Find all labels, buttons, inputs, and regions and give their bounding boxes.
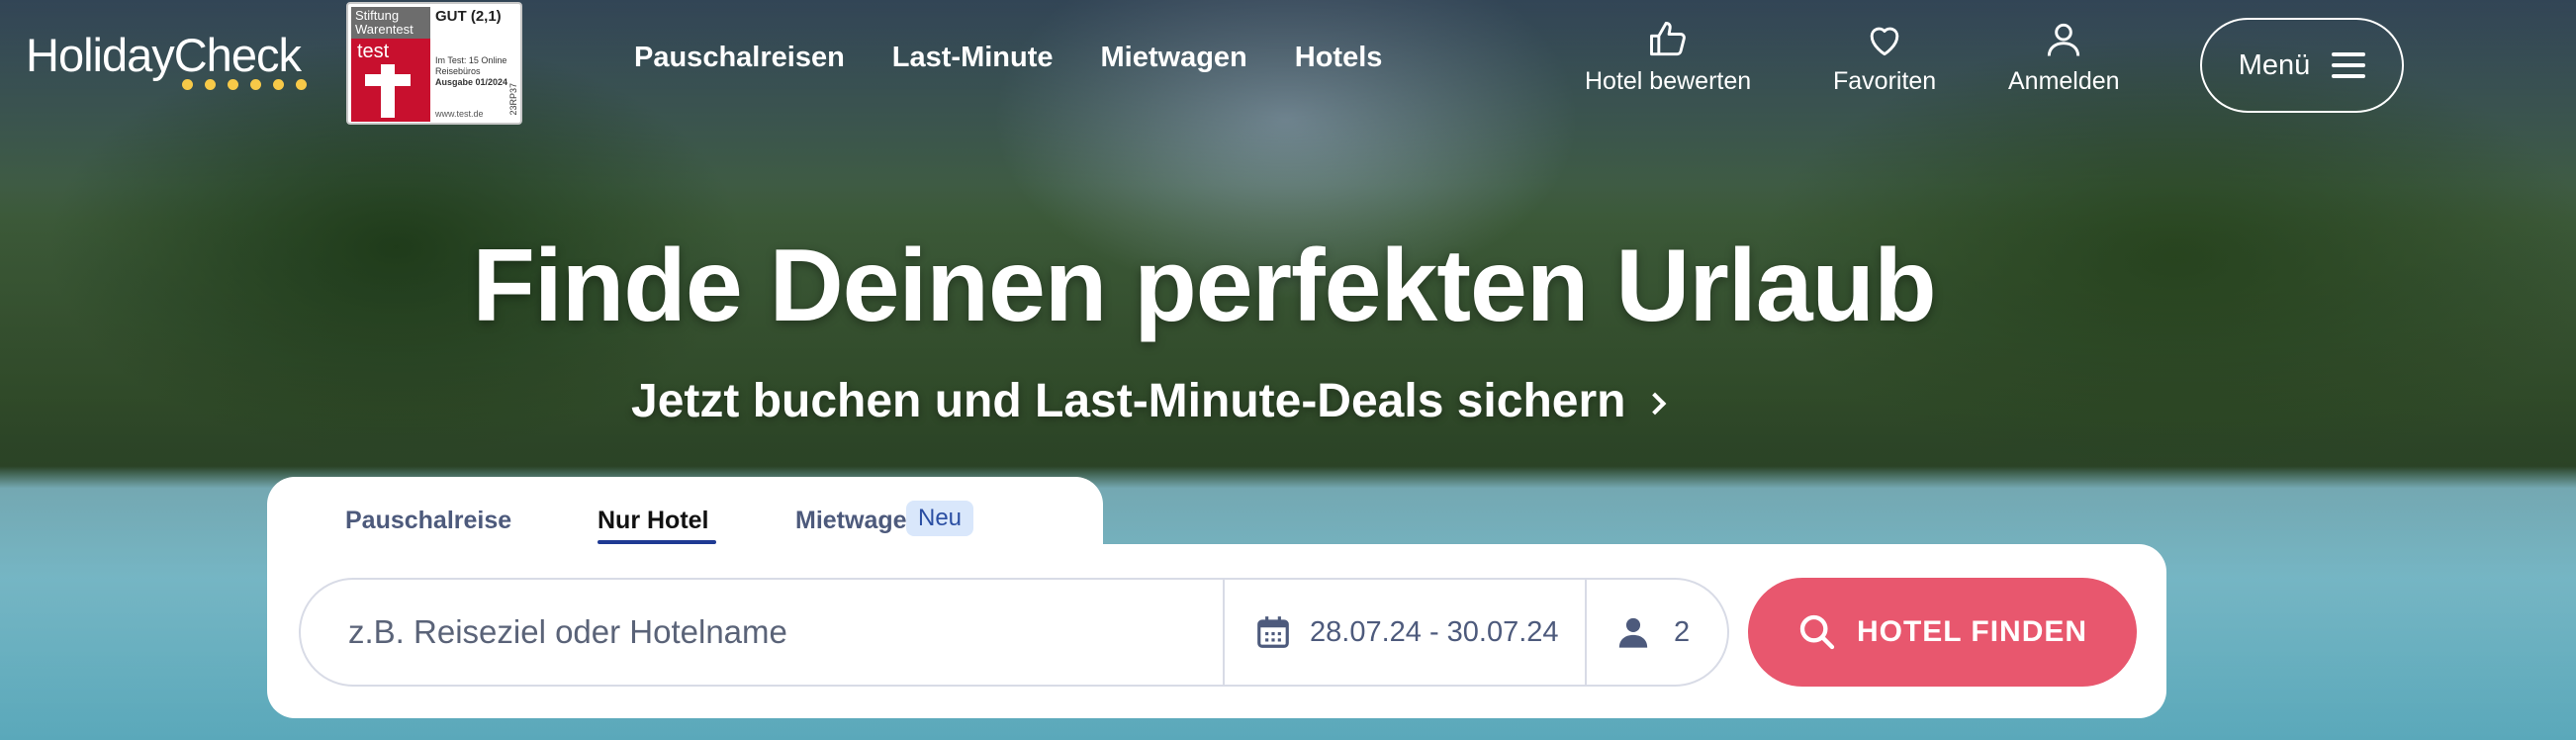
destination-field-wrapper (301, 580, 1225, 685)
date-range-value: 28.07.24 - 30.07.24 (1310, 615, 1559, 648)
hamburger-icon (2332, 52, 2366, 78)
badge-test-mark: test (351, 39, 430, 122)
badge-grade: GUT (2,1) (435, 8, 502, 25)
badge-site: www.test.de (435, 109, 484, 119)
find-hotel-label: HOTEL FINDEN (1856, 615, 2088, 648)
person-icon (1618, 617, 1648, 648)
tab-nur-hotel[interactable]: Nur Hotel (598, 507, 709, 535)
date-picker[interactable]: 28.07.24 - 30.07.24 (1225, 580, 1587, 685)
nav-item-last-minute[interactable]: Last-Minute (892, 42, 1054, 74)
badge-detail-text: Im Test: 15 Online Reisebüros (435, 55, 507, 76)
favorites-button[interactable]: Favoriten (1833, 18, 1936, 96)
nav-item-hotels[interactable]: Hotels (1295, 42, 1383, 74)
rate-hotel-label: Hotel bewerten (1585, 67, 1752, 95)
badge-code: 23RP37 (508, 83, 518, 116)
badge-issue: Ausgabe 01/2024 (435, 77, 508, 87)
main-nav: Pauschalreisen Last-Minute Mietwagen Hot… (634, 42, 1382, 74)
tab-pauschalreise[interactable]: Pauschalreise (345, 507, 511, 535)
search-icon (1799, 614, 1835, 650)
search-panel: 28.07.24 - 30.07.24 2 HOTEL FINDEN (267, 544, 2166, 718)
hero-subline-link[interactable]: Jetzt buchen und Last-Minute-Deals siche… (631, 374, 1667, 428)
new-badge: Neu (906, 501, 974, 536)
nav-item-pauschalreisen[interactable]: Pauschalreisen (634, 42, 845, 74)
badge-org: Stiftung Warentest (351, 7, 430, 39)
rate-hotel-button[interactable]: Hotel bewerten (1585, 18, 1751, 96)
menu-button[interactable]: Menü (2200, 18, 2404, 113)
destination-input[interactable] (348, 613, 1159, 651)
travellers-picker[interactable]: 2 (1587, 580, 1727, 685)
search-box: 28.07.24 - 30.07.24 2 (299, 578, 1729, 687)
login-button[interactable]: Anmelden (2008, 18, 2120, 96)
nav-item-mietwagen[interactable]: Mietwagen (1101, 42, 1247, 74)
tab-mietwagen[interactable]: Mietwagen (795, 507, 922, 535)
badge-detail: Im Test: 15 Online Reisebüros Ausgabe 01… (435, 55, 514, 88)
heart-icon (1870, 27, 1899, 56)
travellers-count: 2 (1674, 615, 1691, 648)
thumbs-up-icon (1650, 22, 1686, 56)
test-award-badge: Stiftung Warentest test GUT (2,1) Im Tes… (346, 2, 522, 125)
calendar-icon (1257, 616, 1289, 648)
find-hotel-button[interactable]: HOTEL FINDEN (1748, 578, 2137, 687)
menu-label: Menü (2238, 48, 2311, 81)
chevron-right-icon (1644, 392, 1667, 415)
logo-dots (182, 79, 307, 90)
hero-headline: Finde Deinen perfekten Urlaub (472, 229, 1936, 343)
favorites-label: Favoriten (1833, 67, 1937, 95)
hero-subline-text: Jetzt buchen und Last-Minute-Deals siche… (631, 375, 1626, 427)
logo-text: HolidayCheck (26, 29, 302, 81)
badge-mark-text: test (357, 41, 390, 62)
login-label: Anmelden (2008, 67, 2120, 95)
user-icon (2048, 23, 2080, 56)
